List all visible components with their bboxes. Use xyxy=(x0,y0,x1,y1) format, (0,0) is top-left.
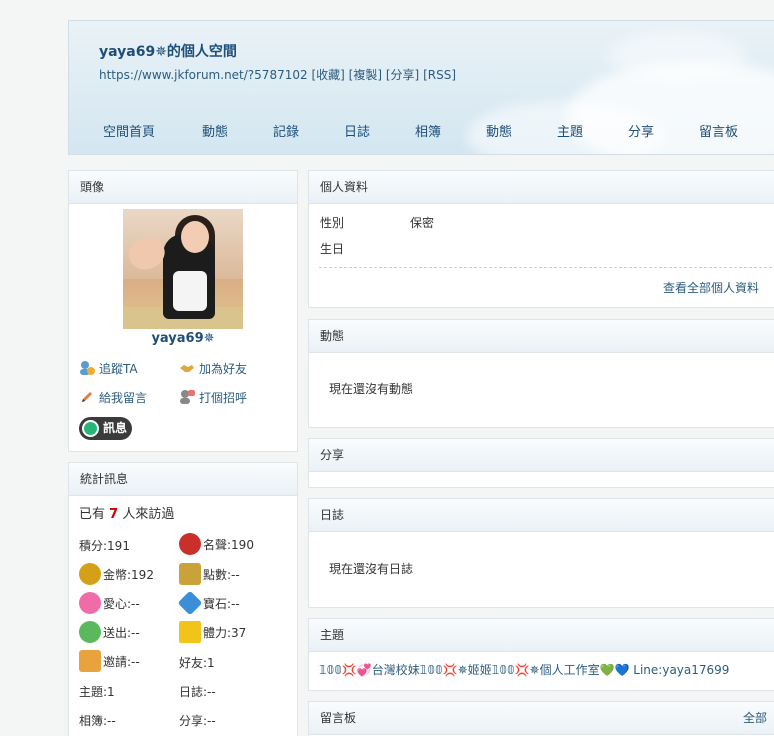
stat-fame: 名聲:190 xyxy=(179,533,254,555)
topic-link[interactable]: 𝟙𝟘𝟘💢💞台灣校妹𝟙𝟘𝟘💢✵姬姬𝟙𝟘𝟘💢✵個人工作室💚💙 Line:yaya17… xyxy=(319,661,729,678)
gift-heart-icon xyxy=(79,621,101,643)
share-panel: 分享 xyxy=(308,438,774,488)
stat-coins: 金幣:192 xyxy=(79,563,154,585)
message-button[interactable]: 訊息 xyxy=(79,417,132,440)
activity-panel: 動態 現在還沒有動態 xyxy=(308,319,774,428)
activity-panel-title: 動態 xyxy=(309,320,774,353)
follow-icon xyxy=(80,361,95,375)
stat-blogs: 日誌:-- xyxy=(179,685,216,699)
envelope-icon xyxy=(79,650,101,672)
heart-icon xyxy=(79,592,101,614)
nav-records[interactable]: 記錄 xyxy=(273,121,299,140)
stat-energy: 體力:37 xyxy=(179,621,246,643)
stat-shares: 分享:-- xyxy=(179,714,216,728)
blog-panel: 日誌 現在還沒有日誌 xyxy=(308,498,774,608)
stats-panel: 統計訊息 已有 7 人來訪過 積分:191 名聲:190 金幣:192 點數:-… xyxy=(68,462,298,736)
stat-love: 愛心:-- xyxy=(79,592,140,614)
nav-home[interactable]: 空間首頁 xyxy=(103,121,155,140)
guestbook-panel: 留言板 全部 xyxy=(308,701,774,736)
nav-guestbook[interactable]: 留言板 xyxy=(699,121,738,140)
birthday-label: 生日 xyxy=(320,242,345,256)
stats-panel-title: 統計訊息 xyxy=(69,463,297,496)
space-title[interactable]: yaya69✵的個人空間 xyxy=(99,41,237,61)
view-all-profile-link[interactable]: 查看全部個人資料 xyxy=(663,279,759,296)
leave-message-button[interactable]: 給我留言 xyxy=(79,389,147,406)
handshake-icon xyxy=(180,365,194,372)
topic-panel: 主題 𝟙𝟘𝟘💢💞台灣校妹𝟙𝟘𝟘💢✵姬姬𝟙𝟘𝟘💢✵個人工作室💚💙 Line:yay… xyxy=(308,618,774,691)
coin-icon xyxy=(79,563,101,585)
stat-dots: 點數:-- xyxy=(179,563,240,585)
avatar-panel: 頭像 yaya69✵ 追蹤TA 加為好友 給我留言 打個招呼 訊息 xyxy=(68,170,298,452)
share-panel-title: 分享 xyxy=(309,439,774,472)
stat-points: 積分:191 xyxy=(79,539,130,553)
greet-icon xyxy=(180,390,195,404)
greet-button[interactable]: 打個招呼 xyxy=(179,389,247,406)
stat-topics: 主題:1 xyxy=(79,685,115,699)
nav-activity[interactable]: 動態 xyxy=(202,121,228,140)
visit-count-line: 已有 7 人來訪過 xyxy=(79,507,175,522)
avatar[interactable] xyxy=(123,209,243,329)
gender-label: 性別 xyxy=(320,216,345,230)
nav-topics[interactable]: 主題 xyxy=(557,121,583,140)
space-url-line: https://www.jkforum.net/?5787102 [收藏] [複… xyxy=(99,66,456,83)
username-link[interactable]: yaya69✵ xyxy=(69,331,297,346)
lightning-icon xyxy=(179,621,201,643)
topic-panel-title: 主題 xyxy=(309,619,774,652)
space-url-link[interactable]: https://www.jkforum.net/?5787102 xyxy=(99,68,308,82)
copy-link[interactable]: [複製] xyxy=(349,68,382,82)
nav-album[interactable]: 相簿 xyxy=(415,121,441,140)
pencil-icon xyxy=(82,392,92,402)
gender-value: 保密 xyxy=(410,216,435,230)
stat-gem: 寶石:-- xyxy=(177,590,240,616)
coin-stack-icon xyxy=(179,563,201,585)
profile-panel: 個人資料 性別 保密 生日 查看全部個人資料 xyxy=(308,170,774,308)
guestbook-all-link[interactable]: 全部 xyxy=(743,702,767,734)
profile-panel-title: 個人資料 xyxy=(309,171,774,204)
nav-share[interactable]: 分享 xyxy=(628,121,654,140)
stat-invite: 邀請:-- xyxy=(79,650,140,672)
divider xyxy=(319,267,774,268)
activity-empty: 現在還沒有動態 xyxy=(329,382,414,396)
nav-activity-2[interactable]: 動態 xyxy=(486,121,512,140)
guestbook-panel-title: 留言板 xyxy=(320,711,357,725)
space-header: yaya69✵的個人空間 https://www.jkforum.net/?57… xyxy=(68,20,774,155)
stat-sent: 送出:-- xyxy=(79,621,140,643)
add-friend-button[interactable]: 加為好友 xyxy=(179,360,247,377)
message-icon xyxy=(82,420,99,437)
nav-blog[interactable]: 日誌 xyxy=(344,121,370,140)
gem-icon xyxy=(177,590,203,616)
guestbook-panel-header: 留言板 全部 xyxy=(309,702,774,735)
avatar-panel-title: 頭像 xyxy=(69,171,297,204)
stat-friends: 好友:1 xyxy=(179,656,215,670)
blog-empty: 現在還沒有日誌 xyxy=(329,562,414,576)
blog-panel-title: 日誌 xyxy=(309,499,774,532)
rss-link[interactable]: [RSS] xyxy=(423,68,456,82)
share-link[interactable]: [分享] xyxy=(386,68,419,82)
favorite-link[interactable]: [收藏] xyxy=(311,68,344,82)
follow-button[interactable]: 追蹤TA xyxy=(79,360,138,377)
stat-albums: 相簿:-- xyxy=(79,714,116,728)
fame-icon xyxy=(179,533,201,555)
space-nav: 空間首頁 動態 記錄 日誌 相簿 動態 主題 分享 留言板 xyxy=(69,121,774,141)
visit-count: 7 xyxy=(109,507,119,522)
